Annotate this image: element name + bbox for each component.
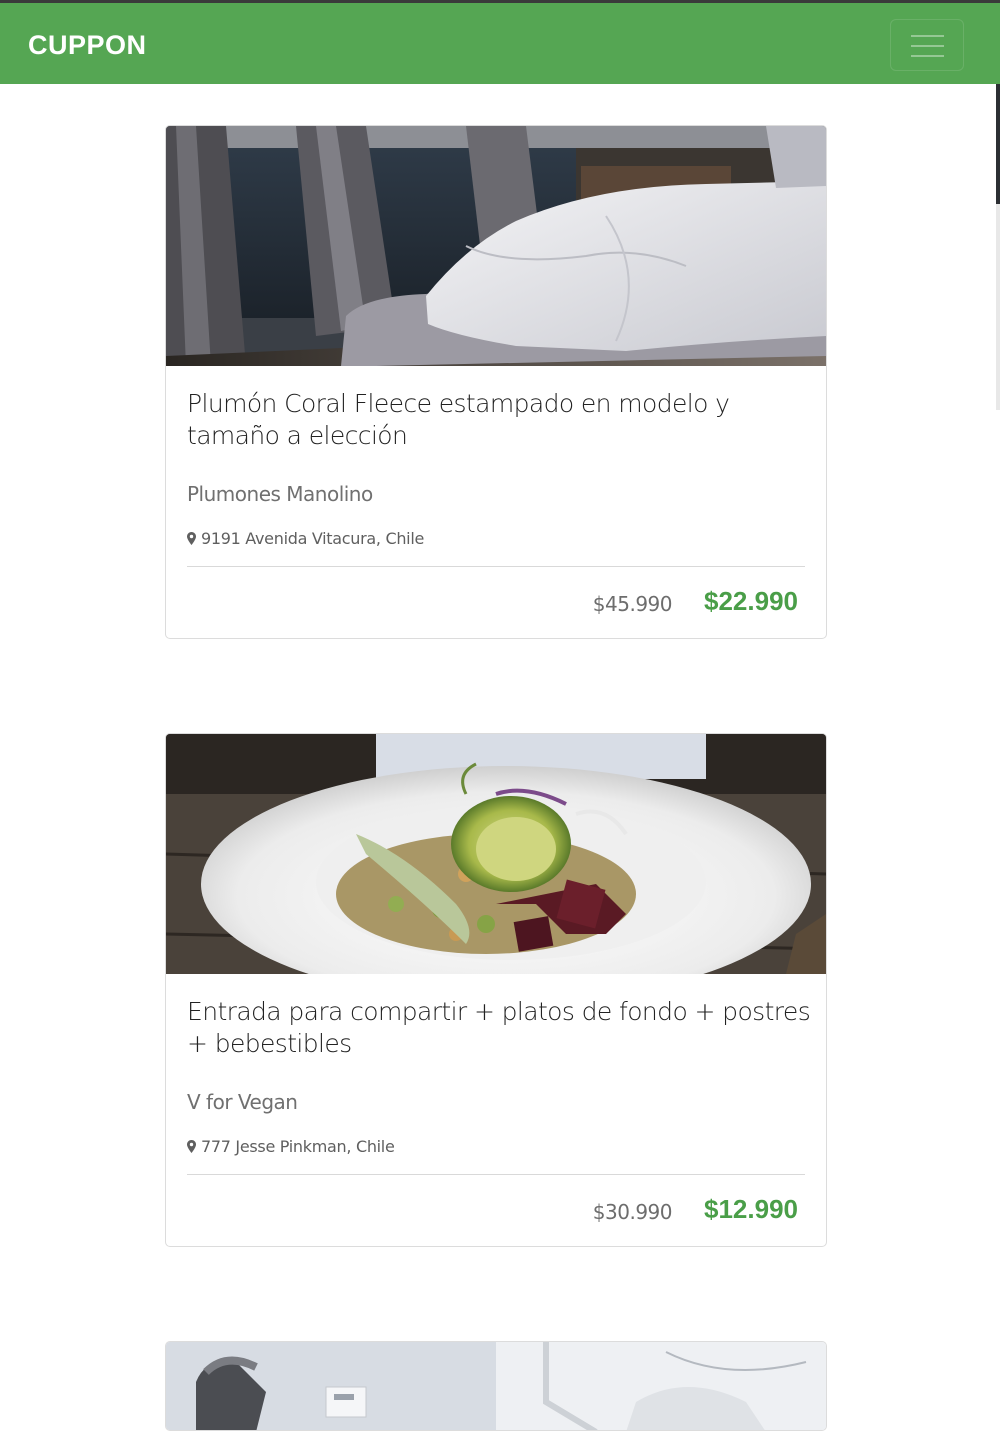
window-edge [996,84,1000,204]
vegan-salad-bowl-photo[interactable] [166,734,826,974]
merchant-name: Plumones Manolino [187,482,373,506]
deal-location: 9191 Avenida Vitacura, Chile [187,529,424,548]
discount-price: $12.990 [704,1194,798,1224]
map-pin-icon [187,1140,196,1153]
brand-logo[interactable]: CUPPON [28,30,147,61]
deal-title[interactable]: Plumón Coral Fleece estampado en modelo … [187,388,812,452]
divider [187,1174,805,1175]
divider [187,566,805,567]
location-text: 777 Jesse Pinkman, Chile [201,1137,395,1156]
navbar: CUPPON [0,3,1000,84]
original-price: $45.990 [592,592,673,616]
deal-card[interactable]: Entrada para compartir + platos de fondo… [165,733,827,1247]
location-text: 9191 Avenida Vitacura, Chile [201,529,425,548]
deal-location: 777 Jesse Pinkman, Chile [187,1137,395,1156]
hamburger-menu-icon[interactable] [890,19,964,71]
dental-clinic-photo[interactable] [166,1342,826,1430]
map-pin-icon [187,532,196,545]
deal-title[interactable]: Entrada para compartir + platos de fondo… [187,996,812,1060]
window-edge [996,204,1000,410]
original-price: $30.990 [592,1200,673,1224]
bedroom-bed-photo[interactable] [166,126,826,366]
discount-price: $22.990 [704,586,798,616]
deal-card[interactable] [165,1341,827,1431]
merchant-name: V for Vegan [187,1090,298,1114]
deal-card[interactable]: Plumón Coral Fleece estampado en modelo … [165,125,827,639]
